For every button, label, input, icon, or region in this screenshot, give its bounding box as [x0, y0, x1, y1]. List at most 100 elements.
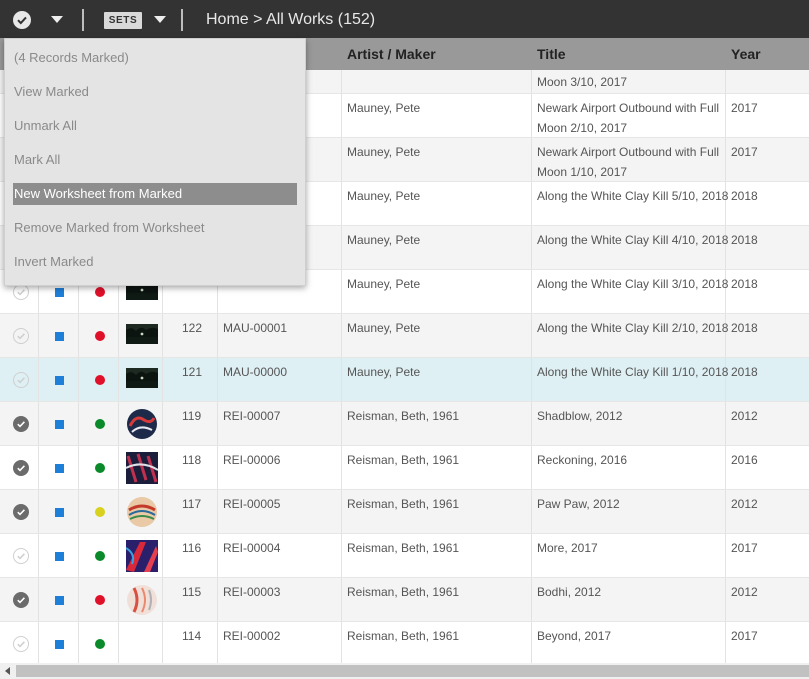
column-divider: [725, 138, 726, 181]
artist-name[interactable]: Mauney, Pete: [347, 362, 420, 382]
artist-name[interactable]: Reisman, Beth, 1961: [347, 406, 459, 426]
marked-check-icon[interactable]: [13, 504, 29, 520]
artist-name[interactable]: Mauney, Pete: [347, 318, 420, 338]
table-row[interactable]: 118 REI-00006 Reisman, Beth, 1961 Reckoning…: [0, 446, 809, 490]
artist-name[interactable]: Mauney, Pete: [347, 98, 420, 118]
unmarked-check-icon[interactable]: [13, 328, 29, 344]
menu-item[interactable]: Invert Marked: [13, 251, 297, 273]
object-id[interactable]: REI-00005: [223, 494, 280, 514]
table-row[interactable]: 119 REI-00007 Reisman, Beth, 1961 Shadblow,…: [0, 402, 809, 446]
menu-item[interactable]: New Worksheet from Marked: [13, 183, 297, 205]
artwork-title[interactable]: Paw Paw, 2012: [537, 494, 620, 514]
artwork-year: 2016: [731, 453, 758, 467]
artist-name[interactable]: Mauney, Pete: [347, 142, 420, 162]
column-divider: [217, 622, 218, 663]
object-id[interactable]: REI-00002: [223, 626, 280, 646]
marked-check-icon[interactable]: [13, 592, 29, 608]
artist-name[interactable]: Reisman, Beth, 1961: [347, 450, 459, 470]
artwork-thumbnail[interactable]: [126, 324, 158, 344]
menu-item[interactable]: Mark All: [13, 149, 297, 171]
artwork-title[interactable]: Newark Airport Outbound with Full: [537, 98, 719, 118]
unmarked-check-icon[interactable]: [13, 372, 29, 388]
mark-menu-caret-icon[interactable]: [51, 16, 63, 23]
column-divider: [38, 622, 39, 663]
artwork-title[interactable]: Along the White Clay Kill 5/10, 2018: [537, 186, 728, 206]
column-divider: [162, 490, 163, 533]
column-divider: [38, 578, 39, 621]
column-header-title[interactable]: Title: [537, 46, 566, 62]
artwork-thumbnail[interactable]: [126, 540, 158, 572]
artwork-title[interactable]: Beyond, 2017: [537, 626, 611, 646]
artist-name[interactable]: Mauney, Pete: [347, 274, 420, 294]
artwork-thumbnail[interactable]: [126, 368, 158, 388]
object-id[interactable]: REI-00006: [223, 450, 280, 470]
artwork-year: 2018: [731, 189, 758, 203]
column-divider: [162, 402, 163, 445]
unmarked-check-icon[interactable]: [13, 284, 29, 300]
artist-name[interactable]: Reisman, Beth, 1961: [347, 494, 459, 514]
artwork-thumbnail[interactable]: [126, 408, 158, 440]
menu-item[interactable]: Unmark All: [13, 115, 297, 137]
table-row[interactable]: 121 MAU-00000 Mauney, Pete Along the White …: [0, 358, 809, 402]
mark-toggle-icon[interactable]: [13, 11, 31, 29]
artwork-title[interactable]: Moon 1/10, 2017: [537, 162, 627, 182]
artwork-title[interactable]: Along the White Clay Kill 2/10, 2018: [537, 318, 728, 338]
artist-name[interactable]: Reisman, Beth, 1961: [347, 582, 459, 602]
column-divider: [38, 534, 39, 577]
column-divider: [341, 578, 342, 621]
artwork-year: 2017: [731, 145, 758, 159]
artwork-title[interactable]: Moon 3/10, 2017: [537, 72, 627, 92]
object-id[interactable]: REI-00007: [223, 406, 280, 426]
scrollbar-thumb[interactable]: [16, 665, 809, 677]
menu-item[interactable]: View Marked: [13, 81, 297, 103]
artwork-title[interactable]: Shadblow, 2012: [537, 406, 622, 426]
artwork-title[interactable]: Moon 2/10, 2017: [537, 118, 627, 138]
column-divider: [341, 446, 342, 489]
menu-item[interactable]: Remove Marked from Worksheet: [13, 217, 297, 239]
object-id[interactable]: MAU-00000: [223, 362, 287, 382]
column-divider: [531, 70, 532, 93]
column-divider: [725, 534, 726, 577]
toolbar-divider: [181, 9, 183, 31]
artist-name[interactable]: Mauney, Pete: [347, 186, 420, 206]
marked-check-icon[interactable]: [13, 416, 29, 432]
artwork-title[interactable]: Newark Airport Outbound with Full: [537, 142, 719, 162]
unmarked-check-icon[interactable]: [13, 636, 29, 652]
unmarked-check-icon[interactable]: [13, 548, 29, 564]
artwork-title[interactable]: Along the White Clay Kill 4/10, 2018: [537, 230, 728, 250]
table-row[interactable]: 117 REI-00005 Reisman, Beth, 1961 Paw Paw, …: [0, 490, 809, 534]
artwork-thumbnail[interactable]: [126, 584, 158, 616]
sets-button[interactable]: SETS: [104, 12, 142, 29]
column-header-year[interactable]: Year: [731, 46, 761, 62]
artist-name[interactable]: Mauney, Pete: [347, 230, 420, 250]
artwork-year: 2018: [731, 233, 758, 247]
artwork-thumbnail[interactable]: [126, 452, 158, 484]
table-row[interactable]: 114 REI-00002 Reisman, Beth, 1961 Beyond, 2…: [0, 622, 809, 663]
record-number: 122: [182, 321, 203, 335]
table-row[interactable]: 122 MAU-00001 Mauney, Pete Along the White …: [0, 314, 809, 358]
artwork-title[interactable]: More, 2017: [537, 538, 598, 558]
breadcrumb[interactable]: Home > All Works (152): [206, 11, 375, 29]
artwork-thumbnail[interactable]: [126, 496, 158, 528]
column-divider: [341, 182, 342, 225]
artwork-title[interactable]: Reckoning, 2016: [537, 450, 627, 470]
scroll-left-arrow-icon[interactable]: [5, 667, 10, 675]
object-id[interactable]: REI-00004: [223, 538, 280, 558]
artwork-title[interactable]: Along the White Clay Kill 3/10, 2018: [537, 274, 728, 294]
column-divider: [341, 70, 342, 93]
table-row[interactable]: 116 REI-00004 Reisman, Beth, 1961 More, 201…: [0, 534, 809, 578]
marked-check-icon[interactable]: [13, 460, 29, 476]
artist-name[interactable]: Reisman, Beth, 1961: [347, 626, 459, 646]
column-divider: [78, 402, 79, 445]
column-divider: [162, 358, 163, 401]
sets-menu-caret-icon[interactable]: [154, 16, 166, 23]
artist-name[interactable]: Reisman, Beth, 1961: [347, 538, 459, 558]
artwork-title[interactable]: Bodhi, 2012: [537, 582, 601, 602]
horizontal-scrollbar[interactable]: [0, 663, 809, 679]
column-divider: [531, 138, 532, 181]
object-id[interactable]: REI-00003: [223, 582, 280, 602]
table-row[interactable]: 115 REI-00003 Reisman, Beth, 1961 Bodhi, 20…: [0, 578, 809, 622]
column-header-artist[interactable]: Artist / Maker: [347, 46, 436, 62]
artwork-title[interactable]: Along the White Clay Kill 1/10, 2018: [537, 362, 728, 382]
object-id[interactable]: MAU-00001: [223, 318, 287, 338]
